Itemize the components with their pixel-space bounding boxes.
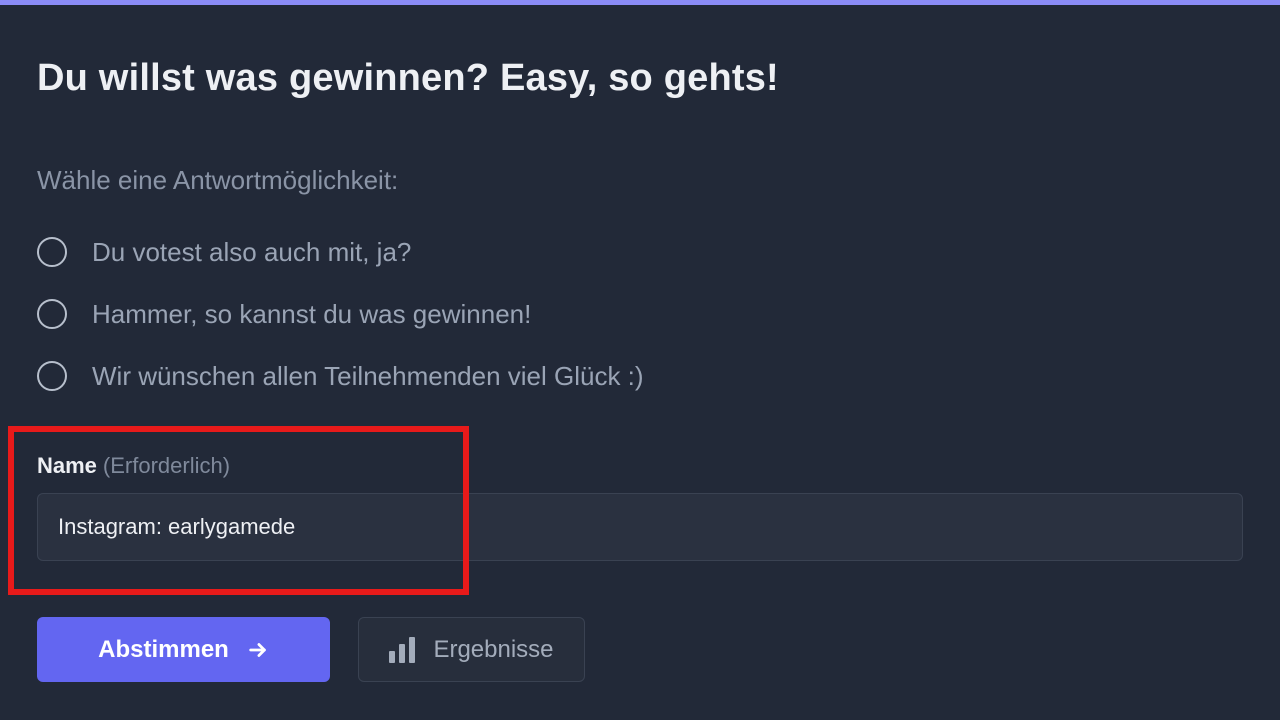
vote-button-label: Abstimmen (98, 635, 229, 663)
required-hint: (Erforderlich) (102, 453, 231, 478)
answer-option-label: Wir wünschen allen Teilnehmenden viel Gl… (92, 360, 644, 391)
poll-title: Du willst was gewinnen? Easy, so gehts! (37, 57, 779, 99)
answer-options: Du votest also auch mit, ja? Hammer, so … (37, 231, 644, 417)
radio-button[interactable] (37, 237, 67, 267)
poll-prompt: Wähle eine Antwortmöglichkeit: (37, 165, 399, 195)
results-button-label: Ergebnisse (433, 635, 554, 663)
answer-option-3[interactable]: Wir wünschen allen Teilnehmenden viel Gl… (37, 355, 644, 397)
answer-option-label: Du votest also auch mit, ja? (92, 236, 412, 267)
answer-option-label: Hammer, so kannst du was gewinnen! (92, 298, 532, 329)
bar-chart-icon (389, 636, 417, 663)
radio-button[interactable] (37, 299, 67, 329)
name-label-text: Name (37, 453, 97, 478)
answer-option-1[interactable]: Du votest also auch mit, ja? (37, 231, 644, 273)
results-button[interactable]: Ergebnisse (358, 617, 585, 682)
vote-button[interactable]: Abstimmen (37, 617, 330, 682)
name-field-label: Name (Erforderlich) (37, 453, 230, 479)
arrow-right-icon (247, 639, 269, 661)
answer-option-2[interactable]: Hammer, so kannst du was gewinnen! (37, 293, 644, 335)
radio-button[interactable] (37, 361, 67, 391)
poll-card: Du willst was gewinnen? Easy, so gehts! … (0, 5, 1280, 720)
name-input[interactable] (37, 493, 1243, 561)
